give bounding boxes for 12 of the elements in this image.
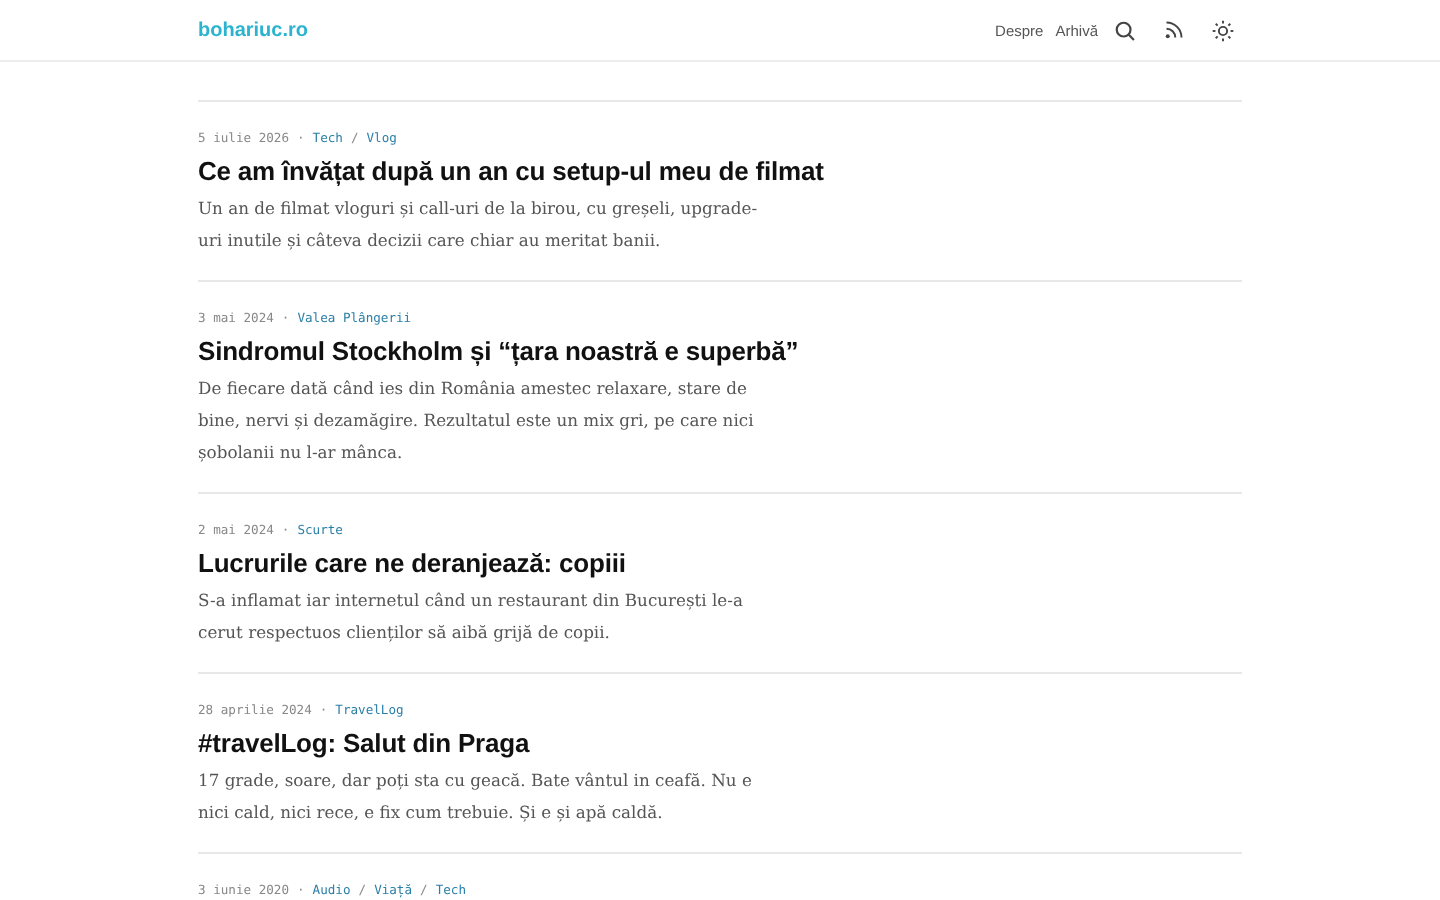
post-excerpt: De fiecare dată când ies din România amestec relaxare, stare de bine, nervi și dezamăgire. Rezultatul este un mix gri, pe care nici șobolanii nu l-ar mânca. [198, 376, 756, 466]
post-excerpt: 17 grade, soare, dar poți sta cu geacă. Bate vântul in ceafă. Nu e nici cald, nici rece, e fix cum trebuie. Și e și apă caldă. [198, 768, 754, 826]
post-title[interactable]: Sindromul Stockholm și “țara noastră e superbă” [198, 336, 1242, 366]
post-title[interactable]: Ce am învățat după un an cu setup-ul meu de filmat [198, 156, 1242, 186]
search-icon[interactable] [1114, 19, 1136, 41]
rss-icon[interactable] [1164, 20, 1184, 40]
post-title[interactable]: #travelLog: Salut din Praga [198, 728, 1242, 758]
site-logo[interactable]: bohariuc.ro [198, 19, 309, 41]
post-excerpt: S-a inflamat iar internetul când un restaurant din București le-a cerut respectuos clienților să aibă grijă de copii. [198, 588, 745, 646]
post-title[interactable]: Lucrurile care ne deranjează: copiii [198, 548, 1242, 578]
sun-icon[interactable] [1212, 19, 1234, 41]
post-excerpt: Un an de filmat vloguri și call-uri de la birou, cu greșeli, upgrade-uri inutile și câteva decizii care chiar au meritat banii. [198, 196, 760, 254]
